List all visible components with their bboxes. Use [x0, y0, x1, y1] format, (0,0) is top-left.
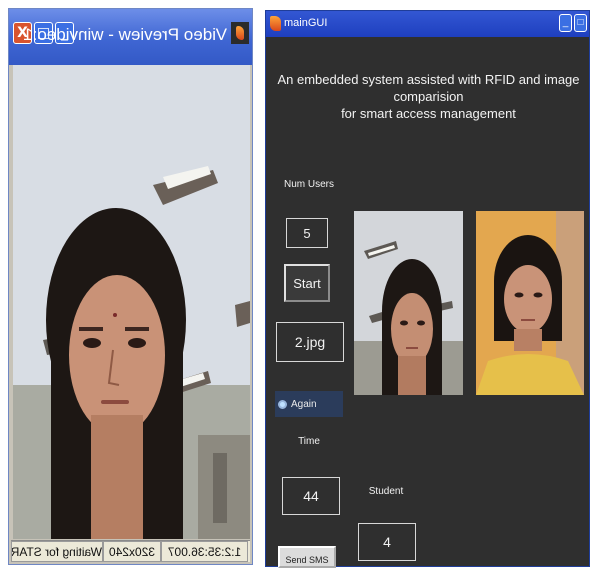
- time-field[interactable]: 44: [282, 477, 340, 515]
- main-gui-window: mainGUI _ □ An embedded system assisted …: [265, 10, 590, 568]
- page-title-line-1: An embedded system assisted with RFID an…: [277, 72, 580, 104]
- preview-window-title: Video Preview - winvideo:1: [23, 25, 227, 44]
- maximize-icon[interactable]: □: [574, 14, 587, 32]
- webcam-frame: [13, 65, 250, 539]
- video-preview-window: X □ _ Video Preview - winvideo:1 Waiting…: [8, 8, 253, 565]
- radio-button-icon[interactable]: [278, 399, 287, 409]
- send-sms-button[interactable]: Send SMS: [278, 546, 336, 568]
- preview-titlebar: X □ _ Video Preview - winvideo:1: [9, 9, 252, 65]
- again-radio[interactable]: Again: [275, 391, 343, 417]
- page-title: An embedded system assisted with RFID an…: [276, 71, 581, 122]
- student-label: Student: [356, 481, 416, 503]
- captured-photo: [354, 211, 463, 395]
- status-message: Waiting for START: [11, 541, 103, 562]
- status-resolution: 320x240: [103, 541, 161, 562]
- time-label: Time: [286, 431, 332, 453]
- num-users-label: Num Users: [280, 173, 338, 197]
- matlab-icon: [270, 16, 281, 31]
- reference-photo: [476, 211, 584, 395]
- minimize-icon[interactable]: _: [559, 14, 572, 32]
- start-button[interactable]: Start: [284, 264, 330, 302]
- matlab-icon: [231, 22, 249, 44]
- status-elapsed-time: 1:2:35:36.007: [161, 541, 248, 562]
- page-title-line-2: for smart access management: [341, 106, 516, 121]
- main-titlebar: mainGUI _ □: [266, 11, 589, 37]
- preview-status-bar: Waiting for START 320x240 1:2:35:36.007: [11, 540, 250, 562]
- captured-image: [354, 211, 463, 395]
- webcam-video-feed: [13, 65, 250, 539]
- image-file-field[interactable]: 2.jpg: [276, 322, 344, 362]
- main-window-title: mainGUI: [284, 17, 328, 29]
- student-field[interactable]: 4: [358, 523, 416, 561]
- reference-image: [476, 211, 584, 395]
- again-radio-label: Again: [291, 398, 317, 410]
- num-users-field[interactable]: 5: [286, 218, 328, 248]
